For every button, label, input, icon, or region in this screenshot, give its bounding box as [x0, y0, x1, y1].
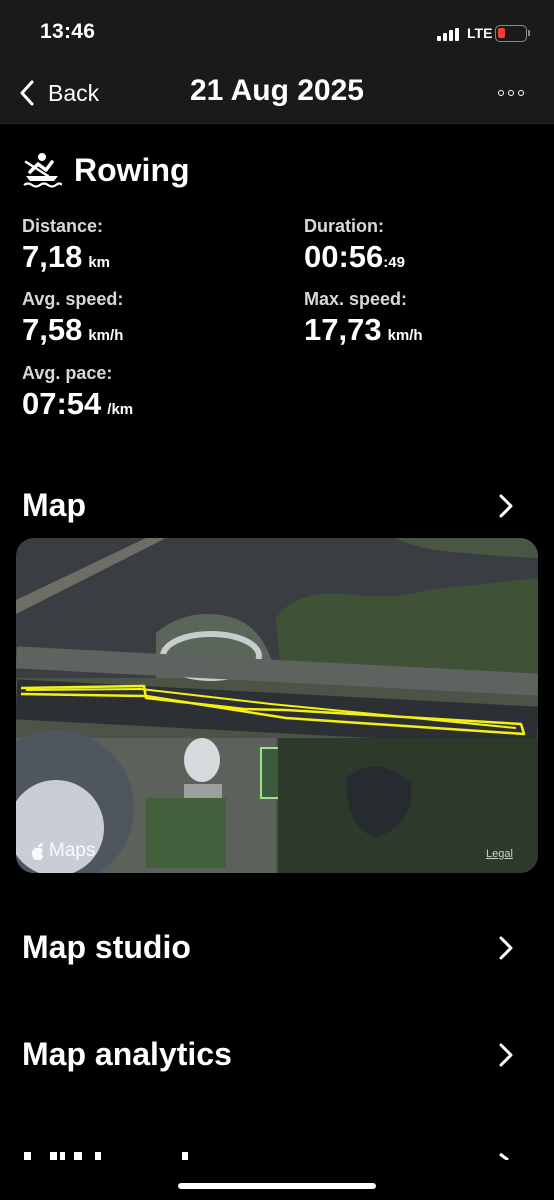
- stat-label: Max. speed:: [304, 289, 408, 309]
- stat-label: Distance:: [22, 216, 104, 236]
- stat-label: Avg. speed:: [22, 289, 124, 309]
- maps-label: Maps: [49, 840, 96, 861]
- map-studio-row[interactable]: Map studio: [0, 923, 554, 973]
- partial-row-glyphs: [24, 1152, 509, 1160]
- stat-value: 7,18 km: [22, 239, 110, 275]
- avg-speed-unit: km/h: [88, 327, 124, 344]
- stat-label: Avg. pace:: [22, 363, 113, 383]
- battery-icon: [495, 25, 527, 42]
- stat-label: Duration:: [304, 216, 384, 236]
- next-section-row-partial[interactable]: [0, 1140, 554, 1160]
- route-map[interactable]: Maps Legal: [16, 538, 538, 873]
- home-indicator[interactable]: [178, 1183, 376, 1189]
- satellite-map: [16, 538, 538, 873]
- battery-level: [498, 28, 505, 38]
- avg-speed-value: 7,58: [22, 312, 83, 347]
- maps-logo: Maps: [30, 840, 95, 862]
- stat-value: 7,58 km/h: [22, 312, 123, 348]
- status-bar: 13:46 LTE: [0, 0, 554, 64]
- section-title-map-analytics: Map analytics: [22, 1036, 232, 1072]
- map-section-row[interactable]: Map: [0, 481, 554, 531]
- chevron-right-icon: [499, 1043, 513, 1067]
- map-analytics-row[interactable]: Map analytics: [0, 1030, 554, 1080]
- network-label: LTE: [467, 25, 493, 41]
- max-speed-unit: km/h: [387, 327, 423, 344]
- activity-title: Rowing: [74, 151, 190, 188]
- ellipsis-icon[interactable]: [498, 90, 524, 96]
- status-time: 13:46: [40, 20, 96, 43]
- nav-bar: Back 21 Aug 2025: [0, 64, 554, 124]
- stat-value: 17,73 km/h: [304, 312, 423, 348]
- signal-icon: [437, 28, 459, 41]
- section-title-map-studio: Map studio: [22, 929, 191, 965]
- battery-cap: [528, 30, 530, 36]
- stat-value: 07:54/km: [22, 386, 133, 422]
- stat-distance: Distance: 7,18 km: [22, 216, 110, 275]
- chevron-right-icon: [499, 936, 513, 960]
- stat-value: 00:56:49: [304, 239, 405, 275]
- apple-icon: [31, 842, 44, 860]
- legal-link[interactable]: Legal: [486, 848, 513, 860]
- max-speed-value: 17,73: [304, 312, 382, 347]
- stat-avg-pace: Avg. pace: 07:54/km: [22, 363, 133, 422]
- stat-max-speed: Max. speed: 17,73 km/h: [304, 289, 423, 348]
- duration-seconds: :49: [383, 254, 405, 271]
- duration-value: 00:56: [304, 239, 384, 274]
- stat-avg-speed: Avg. speed: 7,58 km/h: [22, 289, 123, 348]
- section-title-map: Map: [22, 487, 86, 523]
- rowing-icon: [23, 153, 62, 188]
- distance-value: 7,18: [22, 239, 83, 274]
- stat-duration: Duration: 00:56:49: [304, 216, 405, 275]
- avg-pace-unit: /km: [107, 401, 134, 418]
- activity-header: Rowing: [22, 150, 190, 190]
- distance-unit: km: [88, 254, 111, 271]
- avg-pace-value: 07:54: [22, 386, 102, 421]
- chevron-right-icon: [499, 494, 513, 518]
- page-title: 21 Aug 2025: [190, 74, 364, 107]
